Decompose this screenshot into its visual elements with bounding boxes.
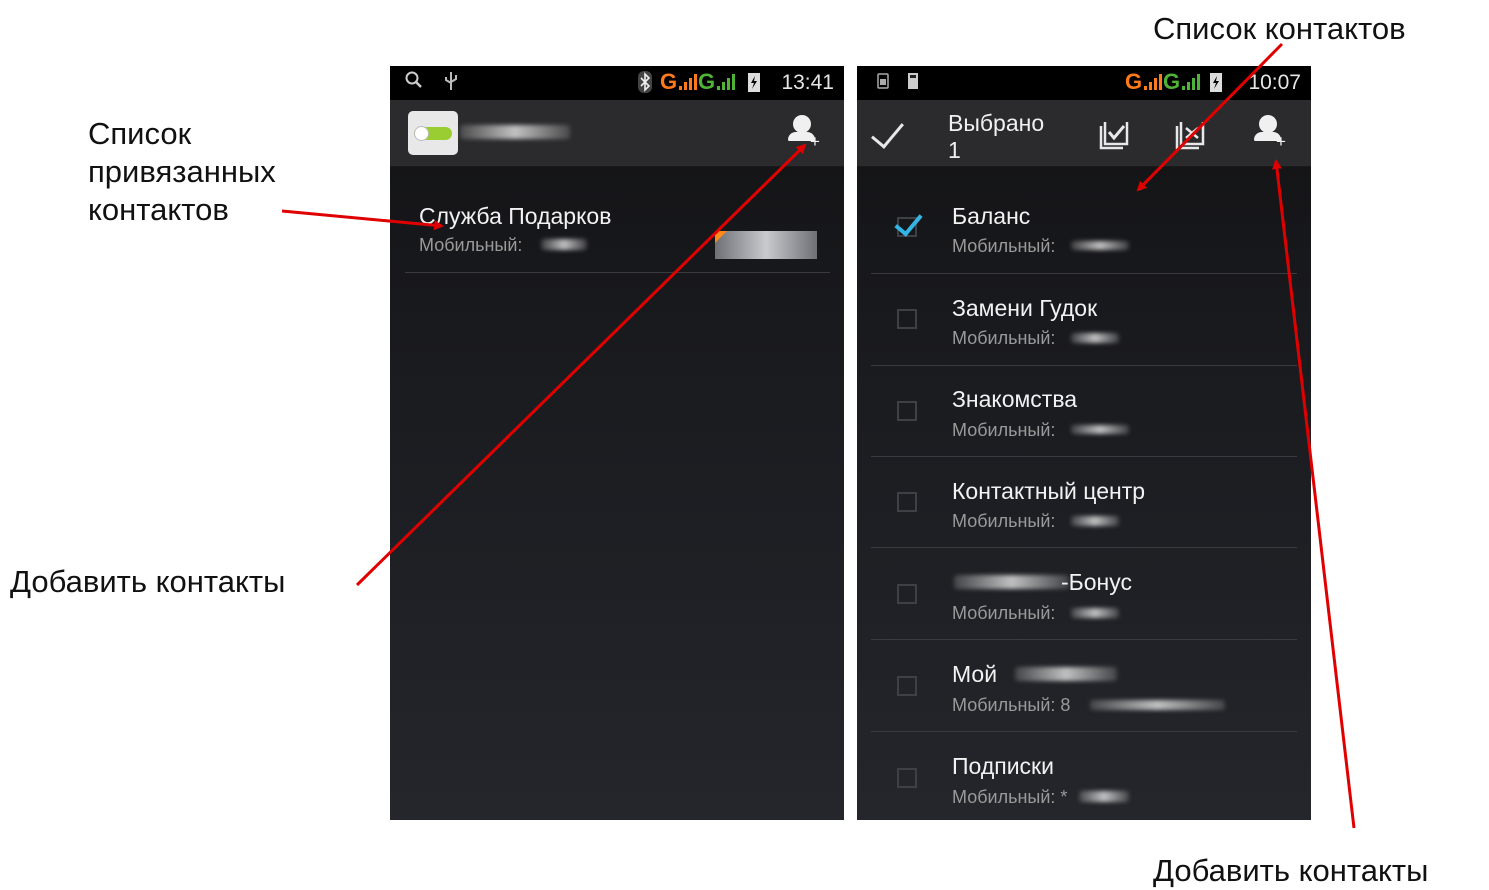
arrow-linked-contacts [281,209,444,231]
arrow-contact-list [1136,42,1284,192]
arrow-add-contacts-right [1271,159,1356,829]
annotation-arrows [281,42,1356,829]
arrow-add-contacts-left [355,143,807,587]
